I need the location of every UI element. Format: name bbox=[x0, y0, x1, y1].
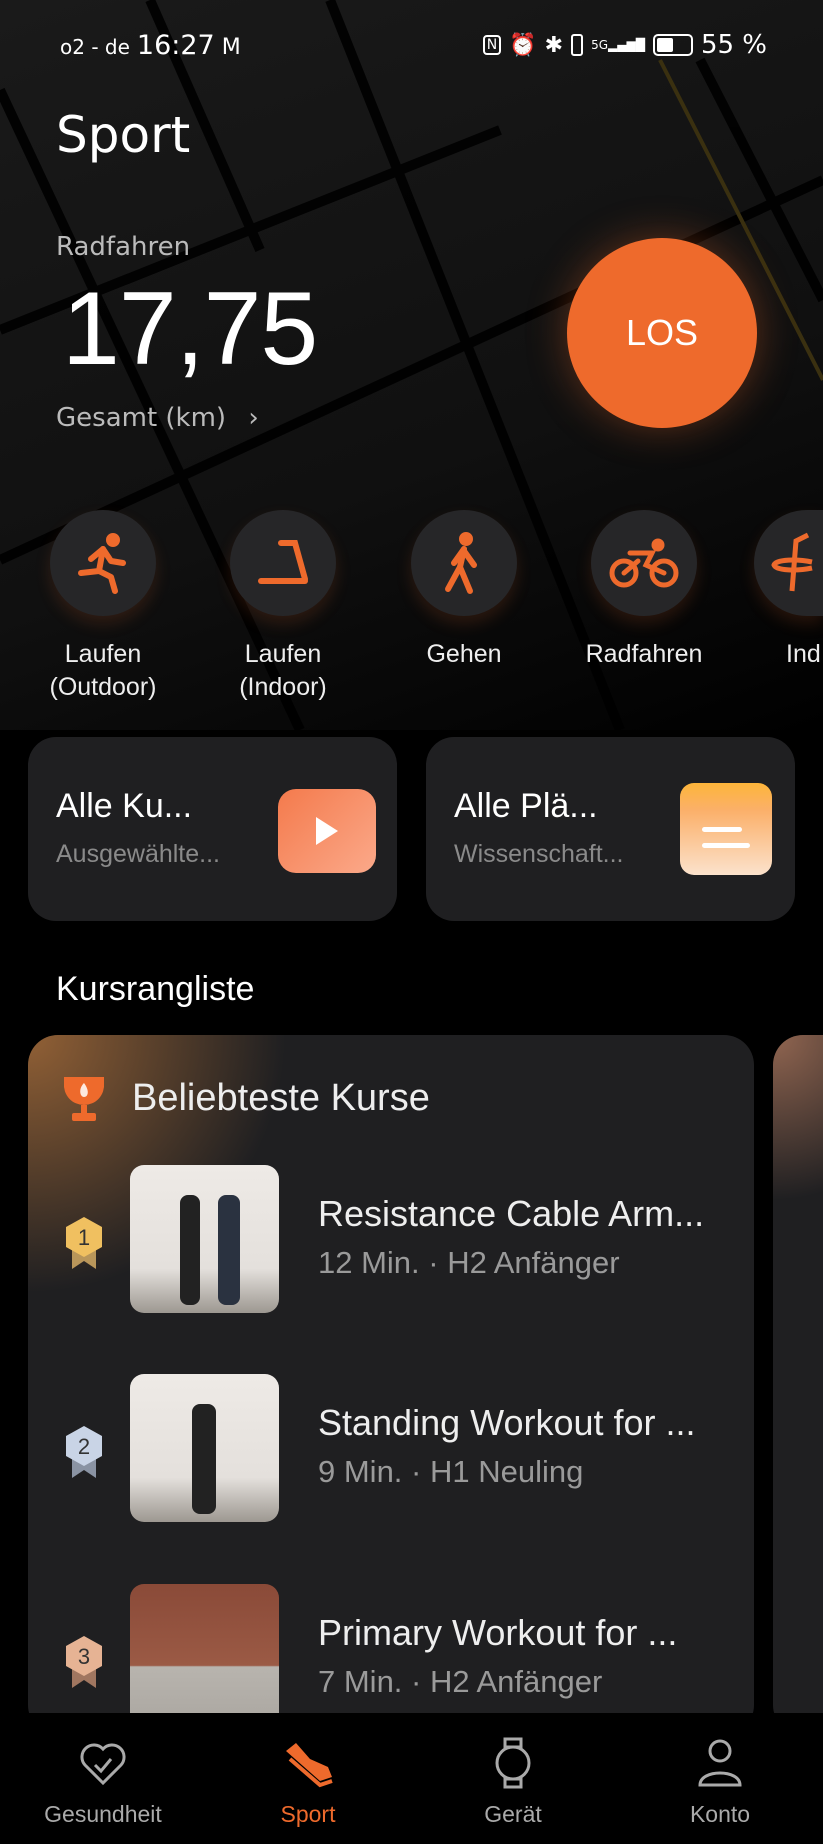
cycling-icon bbox=[609, 538, 679, 588]
ranking-card-popular[interactable]: Beliebteste Kurse 1 Resistance Cable Arm… bbox=[28, 1035, 754, 1735]
chevron-right-icon: › bbox=[248, 403, 259, 433]
battery-icon bbox=[652, 34, 693, 56]
card-glow bbox=[773, 1035, 823, 1235]
bottom-nav: Gesundheit Sport Gerät Konto bbox=[0, 1713, 823, 1844]
sport-walking[interactable]: Gehen bbox=[394, 510, 534, 671]
all-plans-card[interactable]: Alle Plä... Wissenschaft... bbox=[426, 737, 795, 921]
sport-label: Laufen (Outdoor) bbox=[49, 640, 157, 701]
person-icon bbox=[698, 1739, 742, 1787]
sport-label: Laufen (Indoor) bbox=[239, 640, 327, 701]
course-title: Standing Workout for ... bbox=[318, 1402, 696, 1443]
all-courses-card[interactable]: Alle Ku... Ausgewählte... bbox=[28, 737, 397, 921]
course-meta: 12 Min. · H2 Anfänger bbox=[318, 1245, 620, 1280]
rank-medal-icon: 3 bbox=[62, 1634, 106, 1694]
treadmill-icon bbox=[258, 540, 308, 584]
clock: 16:27 bbox=[136, 30, 215, 61]
nfc-icon: N bbox=[482, 35, 502, 55]
status-left: o2 - de 16:27 M bbox=[60, 30, 241, 61]
walking-icon bbox=[445, 532, 477, 594]
course-item[interactable]: 2 Standing Workout for ... 9 Min. · H1 N… bbox=[28, 1374, 754, 1524]
svg-text:3: 3 bbox=[78, 1644, 90, 1669]
bluetooth-icon: ✱ bbox=[544, 32, 564, 58]
nav-label: Konto bbox=[689, 1801, 751, 1827]
hula-hoop-icon bbox=[771, 532, 813, 592]
total-label: Gesamt (km) bbox=[56, 403, 227, 433]
nav-sport[interactable]: Sport bbox=[228, 1737, 388, 1828]
card-title: Beliebteste Kurse bbox=[132, 1077, 430, 1119]
total-link[interactable]: Gesamt (km) › bbox=[56, 403, 259, 433]
calendar-icon bbox=[680, 783, 772, 875]
sport-hula-hoop[interactable]: Ind bbox=[754, 510, 823, 671]
card-title: Alle Plä... bbox=[454, 787, 598, 825]
ranking-card-next[interactable] bbox=[773, 1035, 823, 1735]
course-item[interactable]: 1 Resistance Cable Arm... 12 Min. · H2 A… bbox=[28, 1165, 754, 1315]
course-thumbnail bbox=[130, 1374, 279, 1522]
rank-medal-icon: 2 bbox=[62, 1424, 106, 1484]
play-icon bbox=[278, 789, 376, 873]
section-title-ranking: Kursrangliste bbox=[56, 970, 255, 1008]
course-item[interactable]: 3 Primary Workout for ... 7 Min. · H2 An… bbox=[28, 1584, 754, 1734]
5g-signal-icon: 5G▂▄▆█ bbox=[591, 38, 645, 52]
sport-running-indoor[interactable]: Laufen (Indoor) bbox=[213, 510, 353, 704]
nav-account[interactable]: Konto bbox=[640, 1737, 800, 1828]
course-meta: 9 Min. · H1 Neuling bbox=[318, 1454, 584, 1489]
status-right: N ⏰ ✱ 5G▂▄▆█ 55 % bbox=[482, 30, 767, 60]
sport-label: Radfahren bbox=[585, 640, 703, 668]
course-thumbnail bbox=[130, 1165, 279, 1313]
watch-icon bbox=[495, 1737, 531, 1789]
course-thumbnail bbox=[130, 1584, 279, 1732]
sport-running-outdoor[interactable]: Laufen (Outdoor) bbox=[33, 510, 173, 704]
nav-device[interactable]: Gerät bbox=[433, 1737, 593, 1828]
alarm-icon: ⏰ bbox=[509, 32, 537, 58]
running-icon bbox=[78, 533, 126, 594]
course-title: Primary Workout for ... bbox=[318, 1612, 678, 1653]
sport-label: Gehen bbox=[426, 640, 502, 668]
sport-label: Ind bbox=[786, 640, 821, 668]
vibrate-icon bbox=[571, 34, 584, 56]
card-subtitle: Wissenschaft... bbox=[454, 840, 624, 868]
shoe-icon bbox=[286, 1743, 333, 1788]
page-title: Sport bbox=[56, 106, 191, 164]
nav-label: Sport bbox=[280, 1801, 336, 1827]
activity-label: Radfahren bbox=[56, 232, 191, 262]
carrier: o2 - de bbox=[60, 35, 130, 59]
course-meta: 7 Min. · H2 Anfänger bbox=[318, 1664, 603, 1699]
svg-text:2: 2 bbox=[78, 1434, 90, 1459]
go-button[interactable]: LOS bbox=[567, 238, 757, 428]
card-title: Alle Ku... bbox=[56, 787, 193, 825]
nav-health[interactable]: Gesundheit bbox=[23, 1737, 183, 1828]
battery-level: 55 % bbox=[700, 30, 767, 60]
card-subtitle: Ausgewählte... bbox=[56, 840, 220, 868]
svg-text:1: 1 bbox=[78, 1225, 90, 1250]
trophy-icon bbox=[63, 1077, 105, 1121]
heart-check-icon bbox=[80, 1743, 126, 1786]
nav-label: Gerät bbox=[484, 1801, 542, 1827]
total-distance: 17,75 bbox=[62, 271, 318, 387]
gmail-icon: M bbox=[221, 35, 241, 60]
sport-cycling[interactable]: Radfahren bbox=[574, 510, 714, 671]
rank-medal-icon: 1 bbox=[62, 1215, 106, 1275]
course-title: Resistance Cable Arm... bbox=[318, 1193, 705, 1234]
nav-label: Gesundheit bbox=[44, 1801, 162, 1827]
